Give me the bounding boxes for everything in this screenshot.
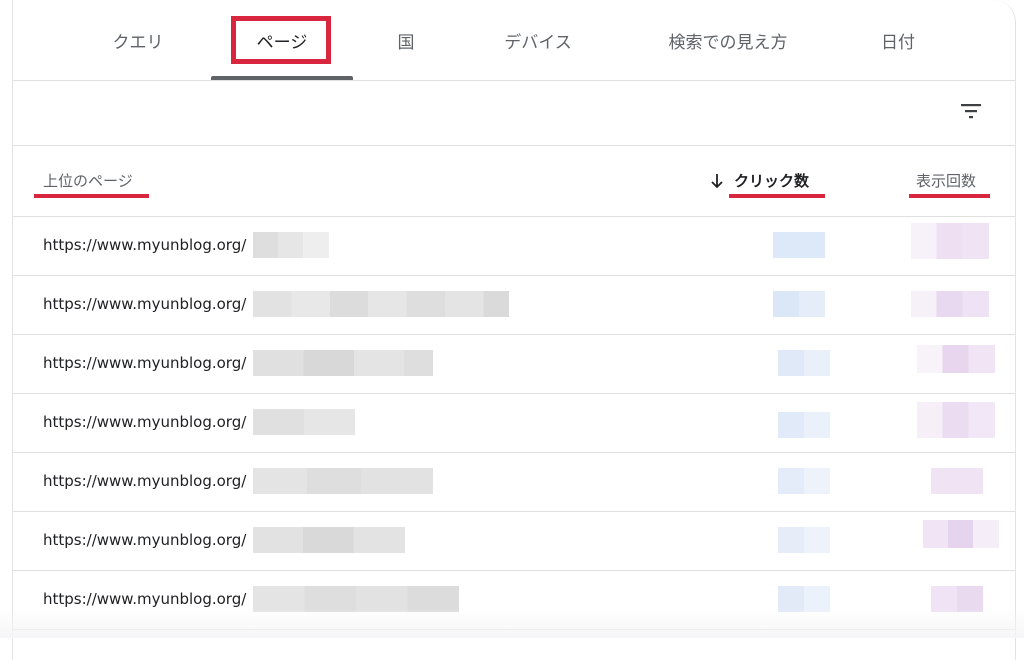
active-tab-indicator — [211, 76, 353, 80]
redacted-url-path — [253, 232, 329, 258]
tab-device[interactable]: デバイス — [473, 0, 603, 80]
redacted-clicks — [778, 468, 830, 494]
bottom-fade — [0, 608, 1024, 638]
column-header-clicks[interactable]: クリック数 — [734, 170, 809, 191]
page-url[interactable]: https://www.myunblog.org/ — [43, 236, 246, 254]
highlight-box-page-tab — [231, 16, 331, 64]
page-url[interactable]: https://www.myunblog.org/ — [43, 472, 246, 490]
dimension-tabs: クエリ ページ 国 デバイス 検索での見え方 日付 — [13, 0, 1015, 81]
column-header-impressions[interactable]: 表示回数 — [916, 170, 976, 191]
redacted-clicks — [778, 412, 830, 438]
filter-list-icon[interactable] — [959, 99, 983, 123]
underline-clicks — [729, 194, 825, 198]
page-url[interactable]: https://www.myunblog.org/ — [43, 413, 246, 431]
arrow-down-icon — [711, 174, 723, 189]
tab-country[interactable]: 国 — [353, 0, 459, 80]
table-row[interactable]: https://www.myunblog.org/ — [13, 394, 1015, 453]
page-url[interactable]: https://www.myunblog.org/ — [43, 590, 246, 608]
tab-query[interactable]: クエリ — [73, 0, 203, 80]
redacted-impressions — [931, 468, 983, 494]
redacted-clicks — [773, 232, 825, 258]
redacted-impressions — [923, 520, 999, 548]
performance-card: クエリ ページ 国 デバイス 検索での見え方 日付 上位のページ クリック数 表… — [12, 0, 1016, 660]
redacted-url-path — [253, 409, 355, 435]
table-body: https://www.myunblog.org/ https://www.my… — [13, 217, 1015, 630]
table-row[interactable]: https://www.myunblog.org/ — [13, 512, 1015, 571]
table-row[interactable]: https://www.myunblog.org/ — [13, 335, 1015, 394]
redacted-impressions — [911, 291, 989, 317]
table-toolbar — [13, 81, 1015, 146]
redacted-impressions — [917, 402, 995, 438]
page-url[interactable]: https://www.myunblog.org/ — [43, 295, 246, 313]
redacted-url-path — [253, 527, 405, 553]
page-url[interactable]: https://www.myunblog.org/ — [43, 531, 246, 549]
redacted-clicks — [773, 291, 825, 317]
redacted-clicks — [778, 350, 830, 376]
redacted-url-path — [253, 350, 433, 376]
underline-top-pages — [34, 194, 149, 198]
underline-impressions — [909, 194, 990, 198]
page-url[interactable]: https://www.myunblog.org/ — [43, 354, 246, 372]
table-row[interactable]: https://www.myunblog.org/ — [13, 217, 1015, 276]
tab-date[interactable]: 日付 — [843, 0, 953, 80]
redacted-clicks — [778, 527, 830, 553]
redacted-impressions — [917, 345, 995, 373]
redacted-impressions — [911, 223, 989, 259]
table-header: 上位のページ クリック数 表示回数 — [13, 146, 1015, 217]
table-row[interactable]: https://www.myunblog.org/ — [13, 453, 1015, 512]
redacted-url-path — [253, 468, 433, 494]
table-row[interactable]: https://www.myunblog.org/ — [13, 276, 1015, 335]
tab-search-appearance[interactable]: 検索での見え方 — [643, 0, 813, 80]
column-header-top-pages[interactable]: 上位のページ — [43, 170, 133, 191]
redacted-url-path — [253, 291, 509, 317]
